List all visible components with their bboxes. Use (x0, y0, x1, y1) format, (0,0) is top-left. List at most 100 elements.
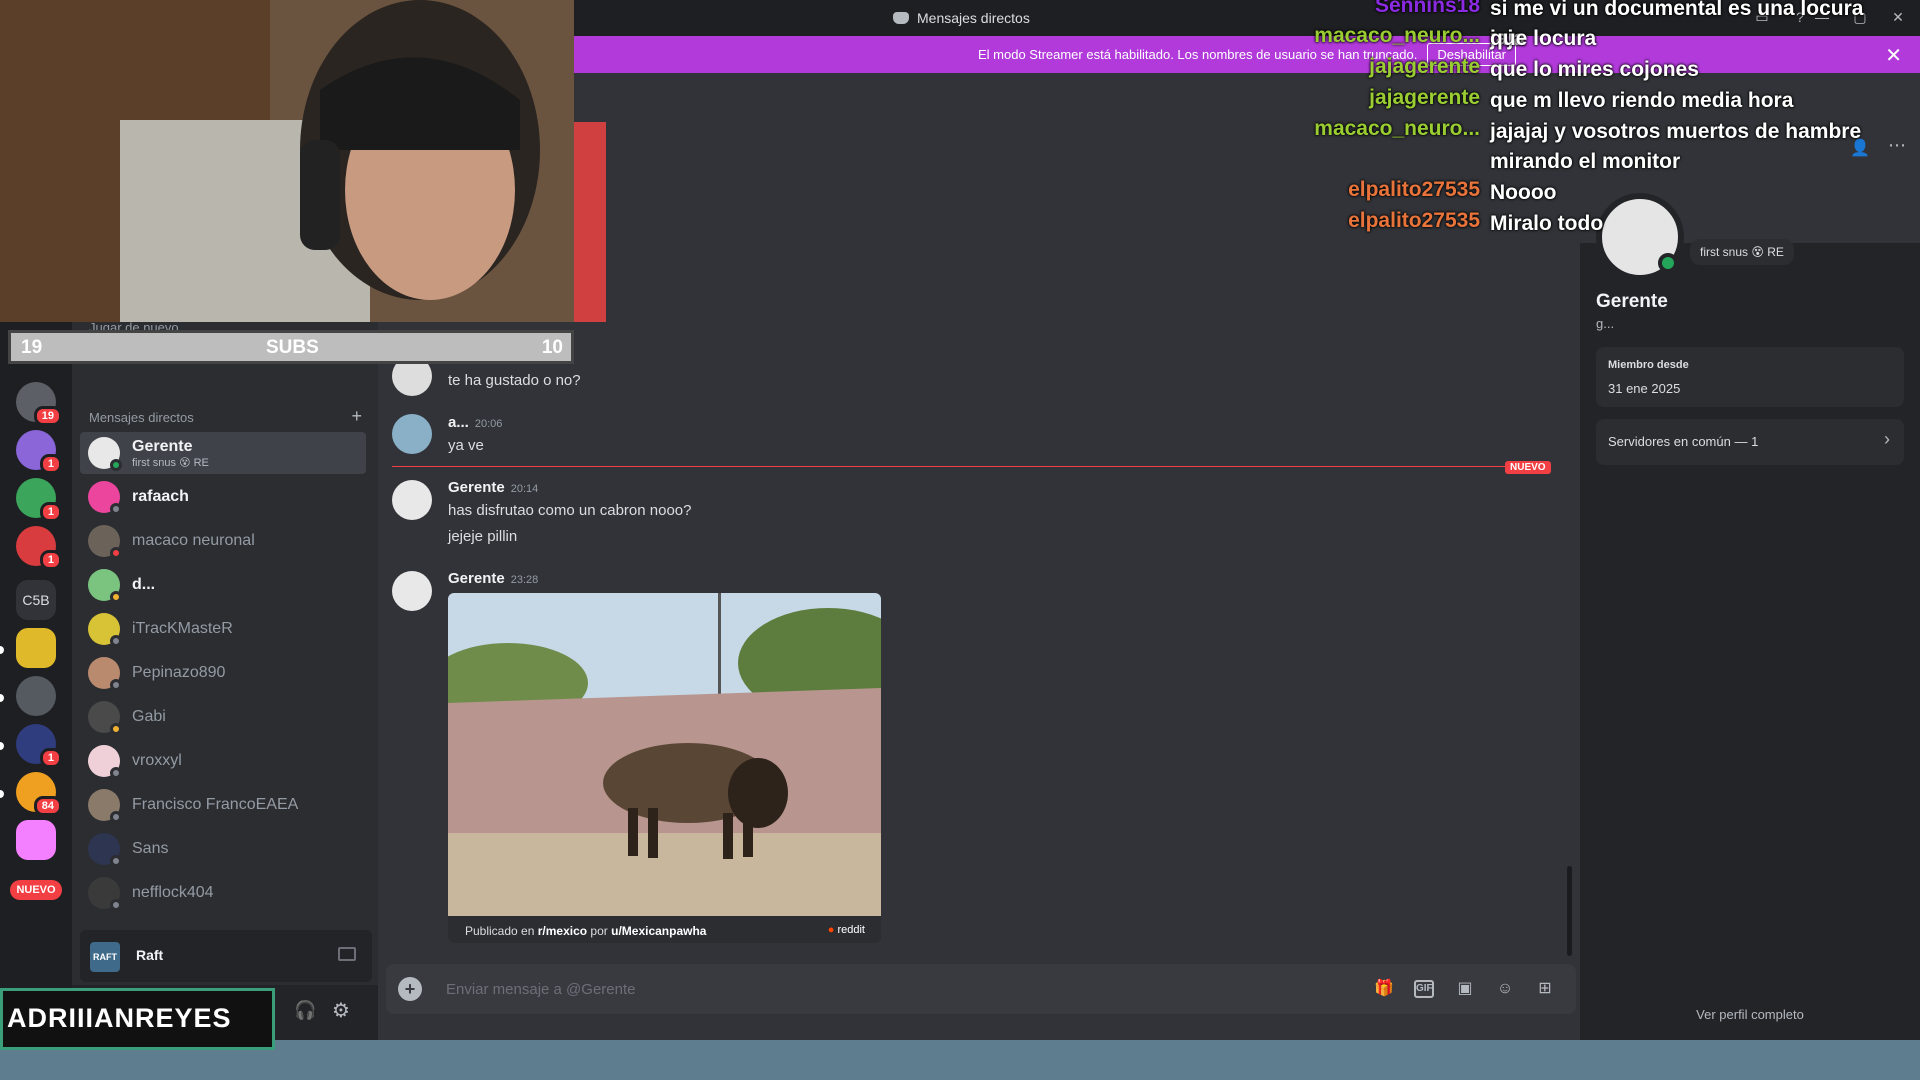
screen-share-icon[interactable] (338, 947, 356, 961)
unread-pill (0, 646, 4, 654)
add-attachment-icon[interactable]: + (398, 977, 422, 1001)
profile-name: Gerente (1596, 291, 1668, 312)
server-rail: 19 1 1 1 C5B 1 84 NUEVO (0, 320, 72, 1080)
server-icon[interactable] (16, 676, 56, 716)
raft-game-icon: RAFT (90, 942, 120, 972)
avatar (88, 525, 122, 559)
message-time: 20:14 (510, 483, 539, 495)
dm-item-gabi[interactable]: Gabi (80, 696, 366, 738)
dm-name: nefflock404 (132, 884, 214, 901)
subs-current: 19 (21, 337, 43, 358)
dm-item-d[interactable]: d... (80, 564, 366, 606)
dm-name: Sans (132, 840, 169, 857)
twitch-chat-line: macaco_neuro... jajajaj y vosotros muert… (1314, 117, 1880, 177)
apps-icon[interactable]: ⊞ (1534, 978, 1556, 1000)
webcam-overlay (0, 0, 574, 322)
dm-item-gerente[interactable]: Gerente first snus 😵 RE (80, 432, 366, 474)
avatar (392, 480, 432, 520)
server-icon[interactable] (16, 820, 56, 860)
settings-gear-icon[interactable]: ⚙ (332, 998, 350, 1023)
activity-card[interactable]: RAFT Raft (80, 930, 372, 982)
reddit-embed[interactable]: Publicado en r/mexico por u/Mexicanpawha… (448, 593, 881, 943)
avatar (88, 701, 122, 735)
message-time: 23:28 (510, 574, 539, 586)
twitch-username: jajagerente (1369, 55, 1480, 78)
user-icon[interactable]: 1 (16, 526, 62, 570)
custom-status: first snus 😵 RE (1690, 239, 1794, 265)
subs-goal-bar: 19 SUBS 10 (8, 330, 574, 364)
dm-name: Gerente (132, 437, 193, 455)
dm-item-sans[interactable]: Sans (80, 828, 366, 870)
more-options-icon[interactable]: ⋯ (1888, 135, 1906, 156)
twitch-username: elpalito27535 (1348, 178, 1480, 201)
window-title-text: Mensajes directos (917, 10, 1030, 26)
avatar (88, 481, 122, 515)
message-text: has disfrutao como un cabron nooo? (448, 502, 692, 519)
server-icon[interactable] (16, 628, 56, 668)
reddit-source: ● reddit (827, 924, 865, 936)
twitch-message: Miralo todo (1490, 212, 1604, 235)
twitch-message: que m llevo riendo media hora (1490, 89, 1794, 112)
dm-item-nefflock404[interactable]: nefflock404 (80, 872, 366, 914)
reddit-user-link[interactable]: u/Mexicanpawha (611, 924, 706, 938)
server-icon[interactable]: 19 (16, 382, 62, 426)
unread-pill (0, 694, 4, 702)
scrollbar-thumb[interactable] (1567, 866, 1572, 956)
dm-header: Mensajes directos (89, 410, 194, 425)
avatar (88, 437, 122, 471)
dm-item-pepinazo890[interactable]: Pepinazo890 (80, 652, 366, 694)
close-icon[interactable]: ✕ (1884, 6, 1912, 28)
dm-name: vroxxyl (132, 752, 182, 769)
avatar (88, 613, 122, 647)
unread-badge: 1 (39, 748, 62, 768)
message-author[interactable]: Gerente 23:28 (448, 570, 538, 587)
emoji-icon[interactable]: ☺ (1494, 978, 1516, 1000)
message-input[interactable] (446, 976, 1346, 1002)
server-icon[interactable]: 84 (16, 772, 62, 816)
embed-caption: Publicado en r/mexico por u/Mexicanpawha (465, 924, 707, 938)
server-icon[interactable]: 1 (16, 724, 62, 768)
avatar (88, 789, 122, 823)
dm-name: Gabi (132, 708, 166, 725)
server-c5b[interactable]: C5B (16, 580, 56, 620)
mutual-servers-card[interactable]: Servidores en común — 1 › (1596, 419, 1904, 465)
headset-icon[interactable]: 🎧 (294, 1000, 316, 1021)
twitch-username: macaco_neuro... (1314, 117, 1480, 140)
member-since-card: Miembro desde 31 ene 2025 (1596, 347, 1904, 407)
gif-icon[interactable]: GIF (1414, 980, 1434, 998)
twitch-username: macaco_neuro... (1314, 24, 1480, 47)
message-composer: + 🎁 GIF ▣ ☺ ⊞ (386, 964, 1576, 1014)
webcam-feed (0, 0, 574, 322)
user-icon[interactable]: 1 (16, 430, 62, 474)
activity-game-name: Raft (136, 947, 164, 963)
avatar (392, 571, 432, 611)
dm-item-rafaach[interactable]: rafaach (80, 476, 366, 518)
add-dm-icon[interactable]: + (351, 406, 362, 427)
webcam-edge (574, 122, 606, 322)
avatar (88, 877, 122, 911)
dm-item-francisco-franco[interactable]: Francisco FrancoEAEA (80, 784, 366, 826)
twitch-username: jajagerente (1369, 86, 1480, 109)
twitch-message: Noooo (1490, 181, 1557, 204)
unread-pill (0, 742, 4, 750)
view-full-profile-link[interactable]: Ver perfil completo (1580, 1007, 1920, 1022)
member-since-value: 31 ene 2025 (1608, 381, 1681, 396)
user-icon[interactable]: 1 (16, 478, 62, 522)
subreddit-link[interactable]: r/mexico (538, 924, 587, 938)
unread-badge: 19 (33, 406, 62, 426)
unread-badge: 1 (39, 550, 62, 570)
dm-item-vroxxyl[interactable]: vroxxyl (80, 740, 366, 782)
unread-badge: 84 (33, 796, 62, 816)
message-author[interactable]: Gerente 20:14 (448, 479, 538, 496)
bison-photo[interactable] (448, 593, 881, 916)
dm-item-macaco-neuronal[interactable]: macaco neuronal (80, 520, 366, 562)
sticker-icon[interactable]: ▣ (1454, 978, 1476, 1000)
gift-icon[interactable]: 🎁 (1373, 978, 1395, 1000)
new-servers-badge[interactable]: NUEVO (10, 880, 62, 900)
close-banner-icon[interactable]: ✕ (1885, 43, 1902, 68)
dm-item-itrackmaster[interactable]: iTracKMasteR (80, 608, 366, 650)
new-messages-tag: NUEVO (1505, 461, 1551, 474)
dm-name: d... (132, 576, 156, 593)
message-author: a... 20:06 (448, 414, 503, 431)
message-time: 20:06 (474, 418, 503, 430)
